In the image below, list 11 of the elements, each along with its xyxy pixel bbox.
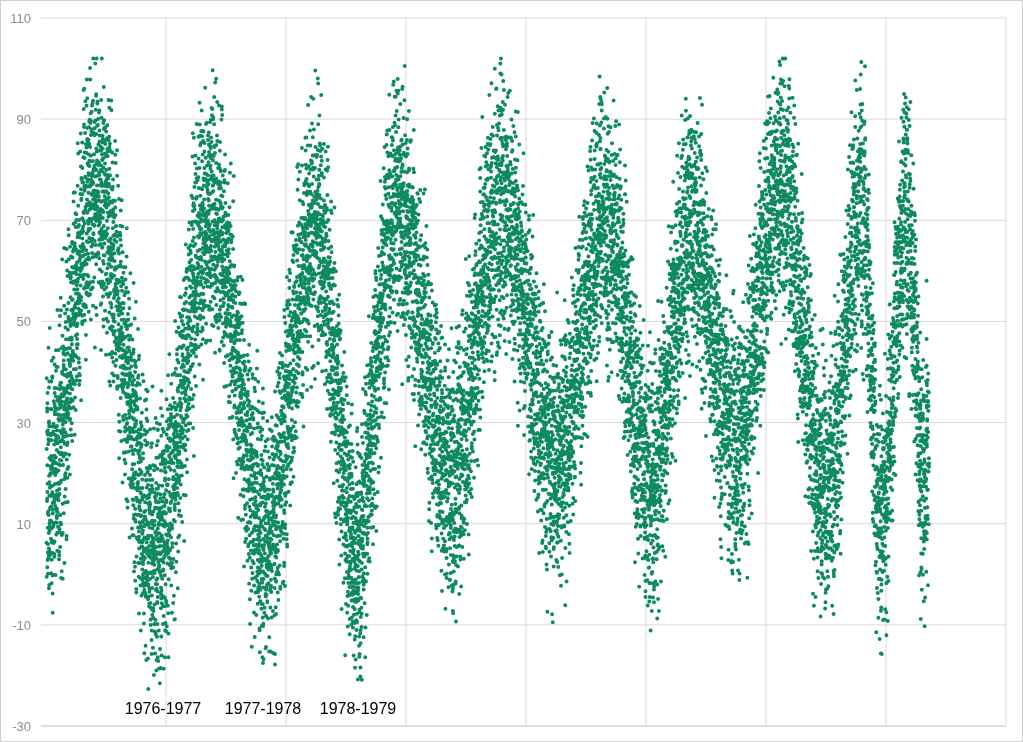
season-label: 1978-1979 bbox=[319, 700, 397, 717]
y-axis-label: 90 bbox=[16, 112, 31, 128]
y-axis-label: 70 bbox=[16, 213, 31, 229]
y-axis-label: 30 bbox=[16, 415, 31, 431]
y-axis-label: -30 bbox=[12, 719, 31, 734]
y-axis-label: -10 bbox=[12, 617, 31, 633]
y-axis-label: 110 bbox=[10, 11, 31, 26]
season-label: 1977-1978 bbox=[224, 700, 302, 717]
y-axis-label: 50 bbox=[16, 314, 31, 330]
y-axis-label: 10 bbox=[16, 516, 31, 532]
season-label: 1976-1977 bbox=[124, 700, 202, 717]
